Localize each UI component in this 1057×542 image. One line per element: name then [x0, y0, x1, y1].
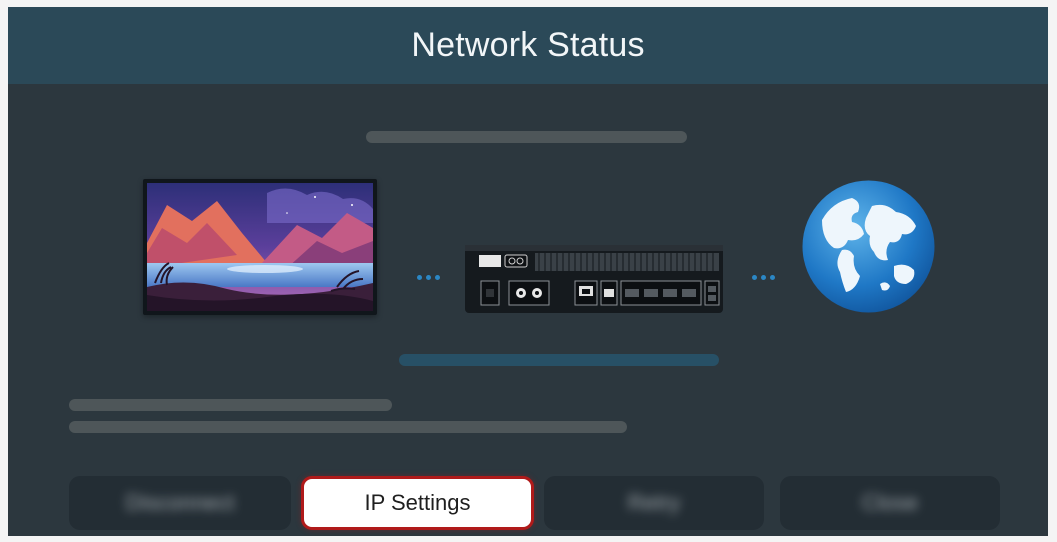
disconnect-button[interactable]: Disconnect	[69, 476, 291, 530]
globe-icon	[802, 180, 935, 313]
close-button-label: Close	[861, 490, 919, 515]
router-icon	[465, 245, 723, 313]
close-button[interactable]: Close	[780, 476, 1000, 530]
ip-settings-button-label: IP Settings	[364, 490, 471, 515]
page-title: Network Status	[411, 26, 645, 64]
status-progress-bar	[399, 354, 719, 366]
connection-dots-left	[417, 275, 440, 280]
ip-settings-button[interactable]: IP Settings	[301, 476, 534, 530]
header: Network Status	[8, 7, 1048, 84]
status-text-placeholder-2	[69, 421, 627, 433]
tv-landscape-image	[147, 183, 373, 311]
network-status-screen: Network Status Disconnect IP Settings Re…	[8, 7, 1048, 536]
retry-button-label: Retry	[627, 490, 681, 515]
tv-icon	[143, 179, 377, 315]
status-text-placeholder-1	[69, 399, 392, 411]
disconnect-button-label: Disconnect	[125, 490, 235, 515]
action-button-row: Disconnect IP Settings Retry Close	[69, 476, 1000, 532]
status-text-placeholder-top	[366, 131, 687, 143]
retry-button[interactable]: Retry	[544, 476, 764, 530]
connection-dots-right	[752, 275, 775, 280]
